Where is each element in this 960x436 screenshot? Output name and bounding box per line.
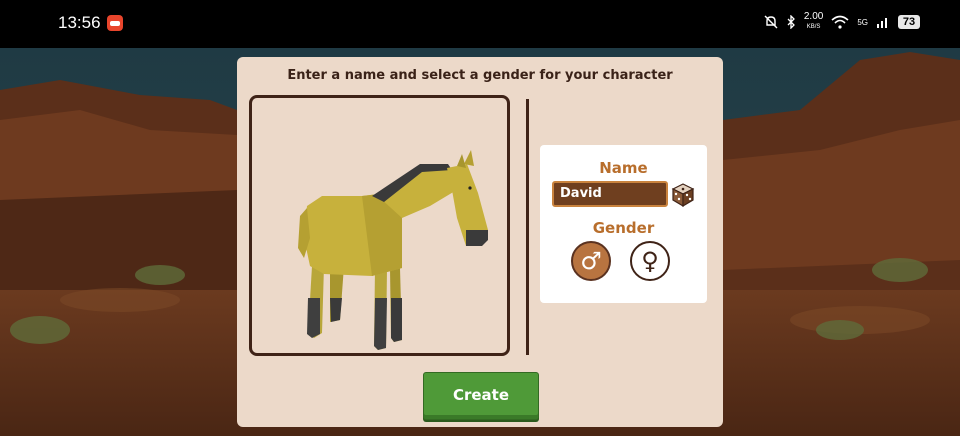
app-notification-icon xyxy=(107,15,123,31)
speed-value: 2.00 xyxy=(803,11,824,22)
horse-model xyxy=(298,150,488,350)
name-label: Name xyxy=(599,159,648,177)
female-symbol-icon: ♀ xyxy=(641,247,659,275)
status-time: 13:56 xyxy=(58,13,101,32)
signal-icon xyxy=(877,18,887,28)
status-bar: 13:56 2.00 KB/S 5G 73 xyxy=(0,0,960,48)
character-creation-dialog: Enter a name and select a gender for you… xyxy=(237,57,723,427)
mute-bell-icon xyxy=(764,15,778,29)
character-settings-card: Name David Gender ♂ ♀ xyxy=(540,145,707,303)
dice-icon[interactable] xyxy=(669,180,697,208)
male-symbol-icon: ♂ xyxy=(580,247,602,275)
panel-divider xyxy=(526,99,529,355)
bluetooth-icon xyxy=(787,15,795,29)
speed-unit: KB/S xyxy=(806,24,821,30)
gender-label: Gender xyxy=(592,219,655,237)
male-gender-button[interactable]: ♂ xyxy=(571,241,611,281)
character-preview[interactable] xyxy=(249,95,510,356)
network-type: 5G xyxy=(857,17,868,27)
battery-indicator: 73 xyxy=(898,15,920,29)
female-gender-button[interactable]: ♀ xyxy=(630,241,670,281)
status-icons: 2.00 KB/S 5G 73 xyxy=(764,12,920,32)
dialog-prompt: Enter a name and select a gender for you… xyxy=(287,68,673,83)
wifi-icon xyxy=(831,15,849,29)
create-button[interactable]: Create xyxy=(423,372,539,420)
name-input[interactable]: David xyxy=(552,181,668,207)
network-speed: 2.00 KB/S xyxy=(804,12,823,32)
